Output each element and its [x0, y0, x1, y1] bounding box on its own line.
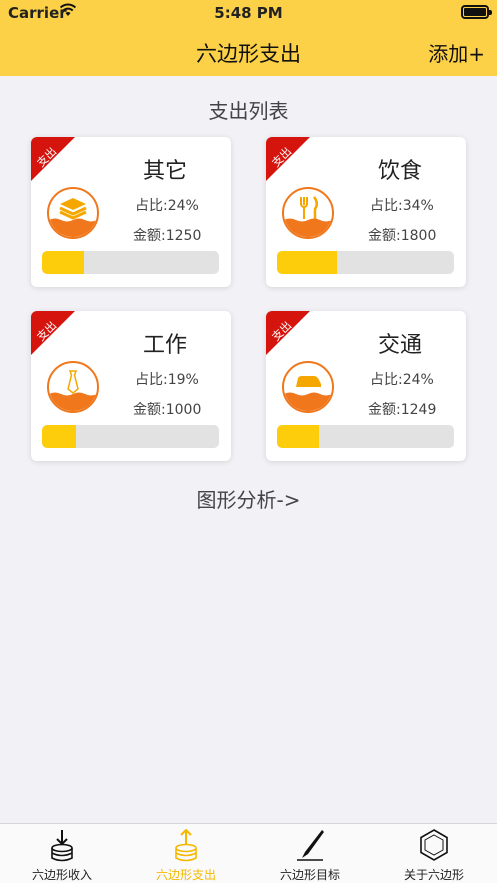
nav-bar: 六边形支出 添加+ — [0, 26, 497, 76]
ratio-text: 占比:24% — [135, 198, 199, 214]
progress-fill — [42, 425, 76, 448]
chart-analysis-link[interactable]: 图形分析-> — [0, 484, 497, 513]
category-name: 工作 — [143, 333, 188, 358]
tab-expense[interactable]: 六边形支出 — [124, 824, 248, 883]
amount-text: 金额:1250 — [133, 228, 202, 244]
expense-card-other[interactable]: 支出 其它 占比:24% 金额:1250 — [31, 137, 231, 287]
tab-income[interactable]: 六边形收入 — [0, 824, 124, 883]
expense-card-work[interactable]: 支出 工作 占比:19% 金额:1000 — [31, 311, 231, 461]
hexagon-icon — [420, 829, 448, 861]
coins-out-icon — [175, 828, 197, 862]
tab-label: 六边形收入 — [31, 868, 92, 882]
amount-text: 金额:1249 — [368, 402, 437, 418]
section-title: 支出列表 — [208, 99, 289, 123]
amount-text: 金额:1000 — [133, 402, 202, 418]
ratio-text: 占比:34% — [370, 198, 434, 214]
ratio-text: 占比:19% — [135, 372, 199, 388]
progress-bar — [277, 425, 454, 448]
progress-bar — [277, 251, 454, 274]
coins-in-icon — [51, 830, 73, 862]
tie-icon — [47, 361, 99, 413]
ratio-text: 占比:24% — [370, 372, 434, 388]
progress-fill — [277, 425, 320, 448]
tab-about[interactable]: 关于六边形 — [372, 824, 496, 883]
tab-label: 六边形目标 — [279, 868, 340, 882]
battery-icon — [461, 5, 492, 19]
page-title: 六边形支出 — [196, 42, 301, 66]
progress-fill — [42, 251, 85, 274]
category-name: 交通 — [378, 333, 423, 358]
progress-bar — [42, 251, 219, 274]
add-button[interactable]: 添加+ — [428, 38, 485, 67]
expense-card-transport[interactable]: 支出 交通 占比:24% 金额:1249 — [266, 311, 466, 461]
tab-label: 关于六边形 — [403, 868, 464, 882]
expense-card-food[interactable]: 支出 饮食 占比:34% 金额:1800 — [266, 137, 466, 287]
fork-knife-icon — [282, 187, 334, 239]
layers-icon — [47, 187, 99, 239]
progress-fill — [277, 251, 338, 274]
tab-goal[interactable]: 六边形目标 — [248, 824, 372, 883]
category-name: 饮食 — [378, 159, 423, 184]
car-icon — [282, 361, 334, 413]
progress-bar — [42, 425, 219, 448]
tab-bar: 六边形收入 六边形支出 六边形目标 关于六边形 — [0, 823, 497, 883]
tab-label: 六边形支出 — [155, 868, 216, 882]
pen-icon — [297, 830, 324, 861]
status-bar: Carrier 5:48 PM — [0, 0, 497, 26]
clock: 5:48 PM — [214, 4, 283, 22]
category-name: 其它 — [143, 159, 188, 184]
amount-text: 金额:1800 — [368, 228, 437, 244]
